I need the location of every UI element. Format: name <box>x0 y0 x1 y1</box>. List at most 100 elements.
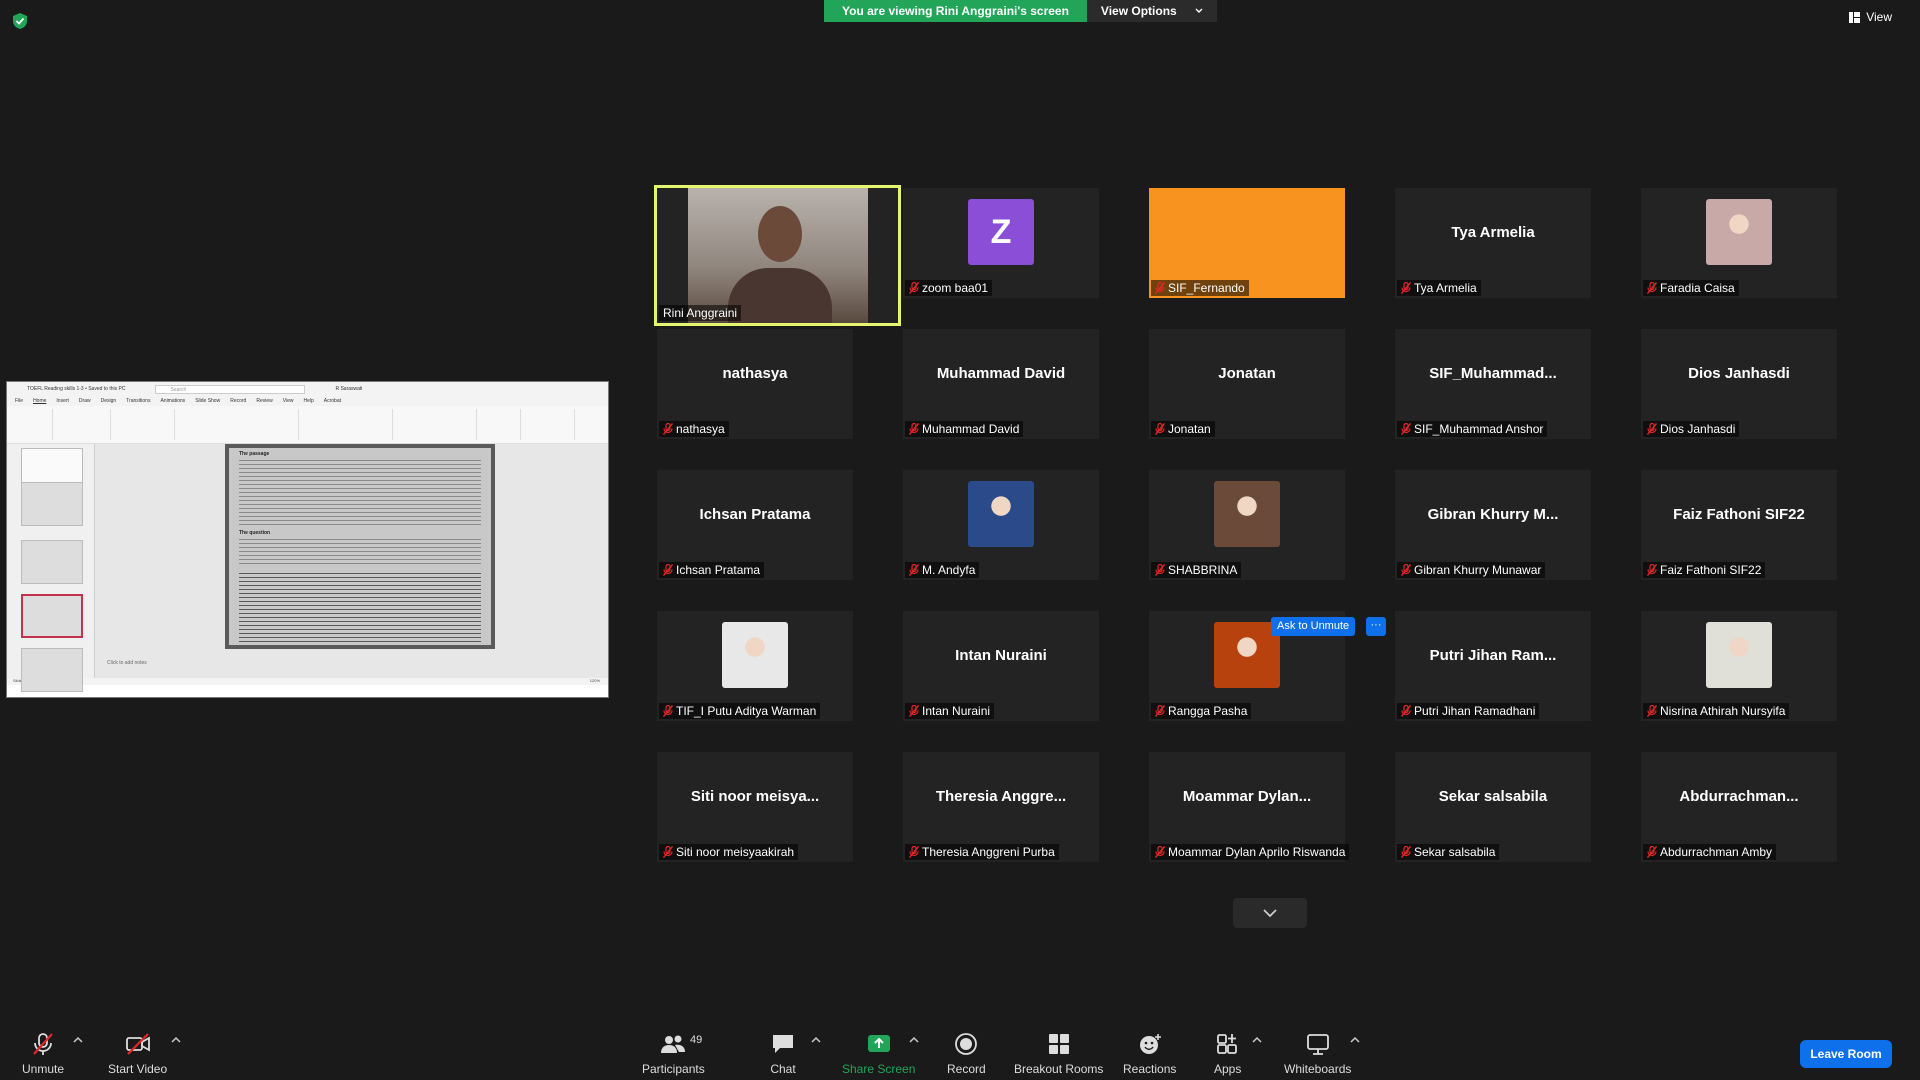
participant-name: Tya Armelia <box>1414 281 1477 295</box>
slide-thumbnail <box>21 482 83 526</box>
participant-name-label: Rini Anggraini <box>659 305 742 321</box>
participant-tile[interactable]: Tya Armelia Tya Armelia <box>1395 188 1591 298</box>
participants-label: Participants <box>642 1062 705 1076</box>
participant-name-display: Intan Nuraini <box>955 646 1047 664</box>
participant-name-label: SIF_Muhammad Anshor <box>1397 421 1548 437</box>
apps-button[interactable]: Apps <box>1214 1032 1241 1076</box>
participant-tile[interactable]: Theresia Anggre... Theresia Anggreni Purb… <box>903 752 1099 862</box>
chevron-up-icon[interactable] <box>1350 1036 1360 1044</box>
record-button[interactable]: Record <box>947 1032 986 1076</box>
microphone-muted-icon <box>1401 705 1411 717</box>
chat-button[interactable]: Chat <box>770 1032 796 1076</box>
chevron-up-icon[interactable] <box>811 1036 821 1044</box>
microphone-muted-icon <box>1155 705 1165 717</box>
participant-tile[interactable]: Dios Janhasdi Dios Janhasdi <box>1641 329 1837 439</box>
profile-picture <box>968 481 1034 547</box>
participant-name-label: Ichsan Pratama <box>659 562 765 578</box>
chevron-up-icon[interactable] <box>909 1036 919 1044</box>
participant-name-display: Abdurrachman... <box>1679 787 1799 805</box>
participants-icon <box>661 1035 686 1053</box>
whiteboard-icon <box>1306 1034 1329 1055</box>
participant-name-label: Siti noor meisyaakirah <box>659 844 799 860</box>
participant-name-label: Muhammad David <box>905 421 1024 437</box>
chevron-up-icon[interactable] <box>73 1036 83 1044</box>
microphone-muted-icon <box>1401 564 1411 576</box>
participant-tile[interactable]: Jonatan Jonatan <box>1149 329 1345 439</box>
participant-name-label: Intan Nuraini <box>905 703 995 719</box>
participant-name-display: Ichsan Pratama <box>699 505 811 523</box>
encryption-shield-icon[interactable] <box>12 12 28 30</box>
ppt-tab: Review <box>256 398 273 404</box>
participant-tile[interactable]: Faradia Caisa <box>1641 188 1837 298</box>
start-video-button[interactable]: Start Video <box>108 1032 167 1076</box>
microphone-muted-icon <box>909 564 919 576</box>
zoom-level: 120% <box>589 678 600 683</box>
participant-tile[interactable]: Rini Anggraini <box>654 185 901 326</box>
microphone-muted-icon <box>1401 423 1411 435</box>
participant-tile[interactable]: TIF_I Putu Aditya Warman <box>657 611 853 721</box>
slide-text-lines <box>239 536 481 566</box>
participant-name: SIF_Muhammad Anshor <box>1414 422 1544 436</box>
participant-name: SHABBRINA <box>1168 563 1238 577</box>
microphone-muted-icon <box>1155 846 1165 858</box>
participants-count: 49 <box>690 1034 703 1046</box>
participant-tile[interactable]: Gibran Khurry M... Gibran Khurry Munawar <box>1395 470 1591 580</box>
participant-tile[interactable]: Putri Jihan Ram... Putri Jihan Ramadhani <box>1395 611 1591 721</box>
unmute-button[interactable]: Unmute <box>22 1032 64 1076</box>
chevron-up-icon[interactable] <box>1252 1036 1262 1044</box>
slide-thumbnail <box>21 540 83 584</box>
participant-name-display: nathasya <box>722 364 788 382</box>
participant-avatar-area <box>1641 188 1837 276</box>
participant-tile[interactable]: Moammar Dylan... Moammar Dylan Aprilo Ris… <box>1149 752 1350 862</box>
participant-tile[interactable]: Zzoom baa01 <box>903 188 1099 298</box>
reactions-button[interactable]: Reactions <box>1123 1032 1176 1076</box>
whiteboards-button[interactable]: Whiteboards <box>1284 1032 1351 1076</box>
participant-tile[interactable]: Abdurrachman... Abdurrachman Amby <box>1641 752 1837 862</box>
shared-screen[interactable]: TOEFL Reading skills 1-3 • Saved to this… <box>6 381 609 698</box>
next-page-button[interactable] <box>1233 898 1307 928</box>
chat-bubble-icon <box>773 1035 793 1053</box>
breakout-rooms-button[interactable]: Breakout Rooms <box>1014 1032 1103 1076</box>
leave-room-button[interactable]: Leave Room <box>1800 1040 1892 1068</box>
participant-name: Ichsan Pratama <box>676 563 761 577</box>
view-layout-button[interactable]: View <box>1849 10 1892 24</box>
ppt-search-box: Search <box>155 384 306 394</box>
participant-tile[interactable]: Intan Nuraini Intan Nuraini <box>903 611 1099 721</box>
view-options-button[interactable]: View Options <box>1086 0 1217 22</box>
participant-avatar-area <box>657 611 853 699</box>
video-feed <box>687 188 868 323</box>
participant-name: Muhammad David <box>922 422 1020 436</box>
chevron-up-icon[interactable] <box>171 1036 181 1044</box>
more-options-button[interactable]: ··· <box>1366 617 1386 636</box>
ppt-tab: Draw <box>78 398 91 404</box>
participant-tile[interactable]: Sekar salsabila Sekar salsabila <box>1395 752 1591 862</box>
participant-tile[interactable]: Siti noor meisya... Siti noor meisyaakira… <box>657 752 853 862</box>
microphone-muted-icon <box>909 282 919 294</box>
chevron-down-icon <box>1195 8 1203 13</box>
participant-tile[interactable]: Ichsan Pratama Ichsan Pratama <box>657 470 853 580</box>
participant-tile[interactable]: SIF_Muhammad... SIF_Muhammad Anshor <box>1395 329 1591 439</box>
ppt-tab: Acrobat <box>323 398 342 404</box>
microphone-muted-icon <box>909 846 919 858</box>
video-camera-off-icon <box>125 1033 150 1055</box>
participant-tile[interactable]: SHABBRINA <box>1149 470 1345 580</box>
participant-name-display: Moammar Dylan... <box>1182 787 1312 805</box>
participant-tile[interactable]: Nisrina Athirah Nursyifa <box>1641 611 1837 721</box>
ribbon-group <box>115 409 175 440</box>
apps-icon <box>1216 1034 1237 1054</box>
ribbon-group <box>303 409 393 440</box>
participant-name-display: Gibran Khurry M... <box>1427 505 1559 523</box>
participant-tile[interactable]: Faiz Fathoni SIF22 Faiz Fathoni SIF22 <box>1641 470 1837 580</box>
participant-avatar-area <box>903 470 1099 558</box>
microphone-muted-icon <box>1155 282 1165 294</box>
ask-to-unmute-button[interactable]: Ask to Unmute <box>1271 617 1356 636</box>
ribbon-group <box>13 409 53 440</box>
participant-name: Faiz Fathoni SIF22 <box>1660 563 1762 577</box>
participant-tile[interactable]: nathasya nathasya <box>657 329 853 439</box>
participant-tile[interactable]: M. Andyfa <box>903 470 1099 580</box>
participant-tile[interactable]: Muhammad David Muhammad David <box>903 329 1099 439</box>
participant-name: Siti noor meisyaakirah <box>676 845 795 859</box>
ppt-tab: Transitions <box>126 398 151 404</box>
share-screen-button[interactable]: Share Screen <box>842 1032 915 1076</box>
participant-tile[interactable]: SIF_Fernando <box>1149 188 1345 298</box>
